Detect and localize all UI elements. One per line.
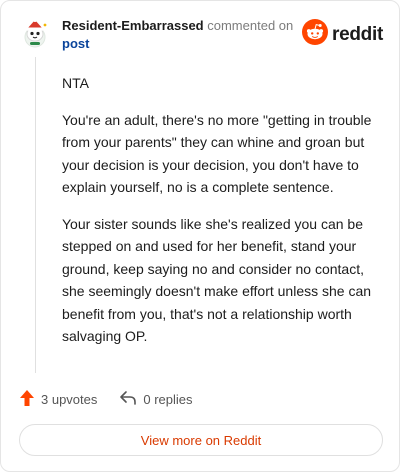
upvote-arrow-icon — [19, 389, 35, 410]
avatar[interactable] — [17, 15, 53, 51]
reddit-logo[interactable]: reddit — [302, 19, 383, 50]
upvote-button[interactable]: 3 upvotes — [19, 389, 97, 410]
reply-icon — [119, 390, 137, 409]
comment-actions: 3 upvotes 0 replies — [19, 389, 215, 410]
post-link[interactable]: post — [62, 35, 302, 53]
reddit-logo-icon — [302, 19, 329, 50]
thread-line — [35, 57, 36, 373]
upvote-count: 3 upvotes — [41, 392, 98, 407]
reply-count: 0 replies — [143, 392, 193, 407]
comment-body: NTA You're an adult, there's no more "ge… — [62, 72, 380, 362]
action-text: commented on — [207, 18, 294, 33]
reddit-wordmark: reddit — [332, 23, 383, 45]
comment-paragraph: Your sister sounds like she's realized y… — [62, 215, 372, 345]
comment-paragraph: NTA — [62, 75, 89, 91]
embed-card: Resident-Embarrassed commented on post r… — [0, 0, 400, 472]
comment-paragraph: You're an adult, there's no more "gettin… — [62, 111, 372, 196]
username-link[interactable]: Resident-Embarrassed — [62, 18, 204, 33]
comment-meta: Resident-Embarrassed commented on post — [62, 17, 302, 53]
reply-button[interactable]: 0 replies — [119, 390, 193, 409]
view-more-button[interactable]: View more on Reddit — [19, 424, 383, 456]
